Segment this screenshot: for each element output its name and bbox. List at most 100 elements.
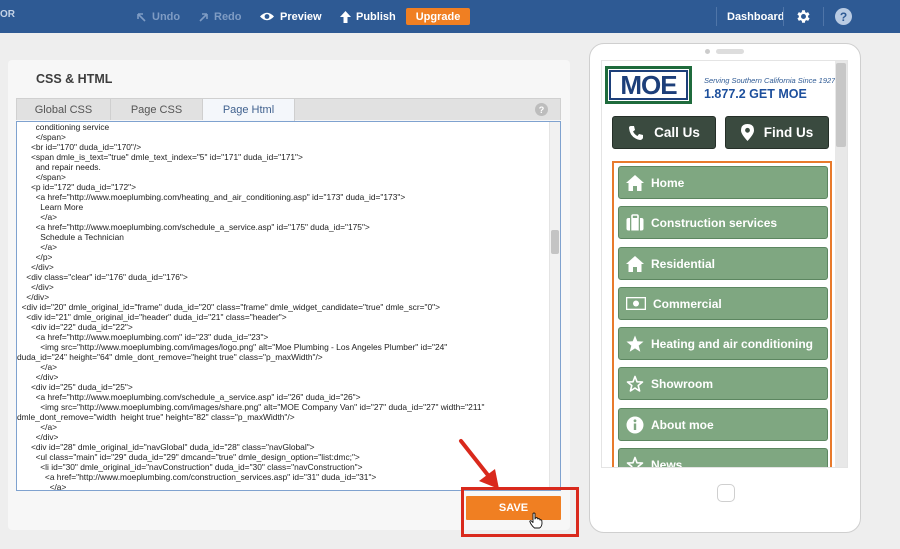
nav-item-label: Heating and air conditioning: [651, 336, 813, 351]
nav-item-home[interactable]: Home: [618, 166, 828, 199]
nav-item-heating-and-air-conditioning[interactable]: Heating and air conditioning: [618, 327, 828, 360]
code-line[interactable]: <a href="http://www.moeplumbing.com/sche…: [17, 392, 549, 402]
code-line[interactable]: Learn More: [17, 202, 549, 212]
tab-page-css[interactable]: Page CSS: [111, 99, 203, 120]
gear-icon: [797, 10, 810, 23]
star-outline-icon: [626, 456, 644, 467]
nav-item-label: News: [651, 457, 683, 468]
code-line[interactable]: </div>: [17, 262, 549, 272]
code-line[interactable]: <a href="http://www.moeplumbing.com" id=…: [17, 332, 549, 342]
undo-button[interactable]: Undo: [136, 0, 180, 33]
help-icon[interactable]: ?: [535, 103, 548, 116]
settings-button[interactable]: [795, 0, 812, 33]
preview-scrollbar-thumb[interactable]: [836, 63, 846, 147]
nav-item-label: Residential: [651, 256, 716, 271]
code-line[interactable]: </span>: [17, 172, 549, 182]
tab-page-html[interactable]: Page Html: [203, 99, 295, 121]
star-outline-icon: [626, 375, 644, 392]
code-line[interactable]: <span dmle_is_text="true" dmle_text_inde…: [17, 152, 549, 162]
find-us-label: Find Us: [763, 125, 814, 140]
undo-icon: [137, 13, 146, 22]
device-speaker: [716, 49, 744, 54]
mobile-device-preview: MOE Serving Southern California Since 19…: [589, 43, 861, 533]
publish-button[interactable]: Publish: [340, 0, 396, 33]
help-button[interactable]: ?: [835, 0, 852, 33]
nav-item-label: Commercial: [653, 296, 722, 311]
brand-fragment: OR: [0, 9, 15, 20]
code-line[interactable]: duda_id="24" height="64" dmle_dont_remov…: [17, 352, 549, 362]
save-button[interactable]: SAVE: [466, 496, 561, 520]
code-line[interactable]: <img src="http://www.moeplumbing.com/ima…: [17, 402, 549, 412]
code-line[interactable]: <div id="25" duda_id="25">: [17, 382, 549, 392]
code-line[interactable]: <div id="22" duda_id="22">: [17, 322, 549, 332]
tab-global-css[interactable]: Global CSS: [17, 99, 111, 120]
moe-logo[interactable]: MOE: [605, 66, 692, 104]
code-line[interactable]: <div class="clear" id="176" duda_id="176…: [17, 272, 549, 282]
code-line[interactable]: <p id="172" duda_id="172">: [17, 182, 549, 192]
preview-label: Preview: [280, 10, 322, 23]
redo-label: Redo: [214, 10, 242, 23]
nav-item-label: Showroom: [651, 376, 713, 391]
device-home-button[interactable]: [717, 484, 735, 502]
upload-arrow-icon: [340, 10, 351, 23]
code-line[interactable]: <a href="http://www.moeplumbing.com/heat…: [17, 192, 549, 202]
dashboard-button[interactable]: Dashboard: [727, 0, 784, 33]
editor-scrollbar[interactable]: [549, 122, 560, 490]
code-line[interactable]: <div id="20" dmle_original_id="frame" du…: [17, 302, 549, 312]
map-pin-icon: [740, 124, 754, 141]
code-line[interactable]: </div>: [17, 282, 549, 292]
code-line[interactable]: dmle_dont_remove="width height true" hei…: [17, 412, 549, 422]
code-line[interactable]: </a>: [17, 362, 549, 372]
code-line[interactable]: Schedule a Technician: [17, 232, 549, 242]
undo-label: Undo: [152, 10, 181, 23]
nav-item-label: Home: [651, 175, 685, 190]
dashboard-label: Dashboard: [727, 10, 785, 23]
money-icon: [626, 297, 646, 310]
nav-item-news[interactable]: News: [618, 448, 828, 468]
nav-item-construction-services[interactable]: Construction services: [618, 206, 828, 239]
code-line[interactable]: and repair needs.: [17, 162, 549, 172]
redo-button[interactable]: Redo: [198, 0, 242, 33]
panel-title: CSS & HTML: [36, 72, 113, 86]
nav-item-about-moe[interactable]: About moe: [618, 408, 828, 441]
code-line[interactable]: </a>: [17, 212, 549, 222]
code-line[interactable]: </div>: [17, 292, 549, 302]
device-camera: [705, 49, 710, 54]
code-line[interactable]: </a>: [17, 422, 549, 432]
code-content[interactable]: conditioning service </span> <br id="170…: [17, 122, 549, 490]
preview-button[interactable]: Preview: [259, 0, 322, 33]
top-toolbar: OR Undo Redo Preview Publish Upgrade Das…: [0, 0, 900, 33]
eye-icon: [260, 12, 274, 21]
code-line[interactable]: <div id="21" dmle_original_id="header" d…: [17, 312, 549, 322]
home-icon: [626, 174, 644, 191]
nav-item-label: About moe: [651, 417, 714, 432]
code-line[interactable]: <img src="http://www.moeplumbing.com/ima…: [17, 342, 549, 352]
nav-item-showroom[interactable]: Showroom: [618, 367, 828, 400]
code-line[interactable]: <a href="http://www.moeplumbing.com/sche…: [17, 222, 549, 232]
html-code-editor[interactable]: conditioning service </span> <br id="170…: [16, 121, 561, 491]
upgrade-button[interactable]: Upgrade: [406, 8, 470, 25]
code-line[interactable]: <br id="170" duda_id="170"/>: [17, 142, 549, 152]
code-line[interactable]: conditioning service: [17, 122, 549, 132]
redo-icon: [199, 13, 208, 22]
code-line[interactable]: </span>: [17, 132, 549, 142]
toolbar-divider: [823, 7, 824, 26]
code-line[interactable]: </a>: [17, 242, 549, 252]
find-us-button[interactable]: Find Us: [725, 116, 829, 149]
preview-scrollbar[interactable]: [835, 61, 847, 467]
device-screen[interactable]: MOE Serving Southern California Since 19…: [601, 60, 848, 468]
info-icon: [626, 416, 644, 433]
code-line[interactable]: </div>: [17, 372, 549, 382]
nav-item-residential[interactable]: Residential: [618, 247, 828, 280]
annotation-arrow-icon: [459, 439, 499, 489]
phone-icon: [629, 125, 644, 140]
editor-scrollbar-thumb[interactable]: [551, 230, 559, 254]
preview-nav-menu: Home Construction services Residential C…: [612, 161, 832, 468]
nav-item-label: Construction services: [651, 215, 778, 230]
code-line[interactable]: </p>: [17, 252, 549, 262]
call-us-button[interactable]: Call Us: [612, 116, 716, 149]
nav-item-commercial[interactable]: Commercial: [618, 287, 828, 320]
phone-number: 1.877.2 GET MOE: [704, 87, 807, 101]
toolbar-divider: [716, 7, 717, 26]
home-icon: [626, 255, 644, 272]
